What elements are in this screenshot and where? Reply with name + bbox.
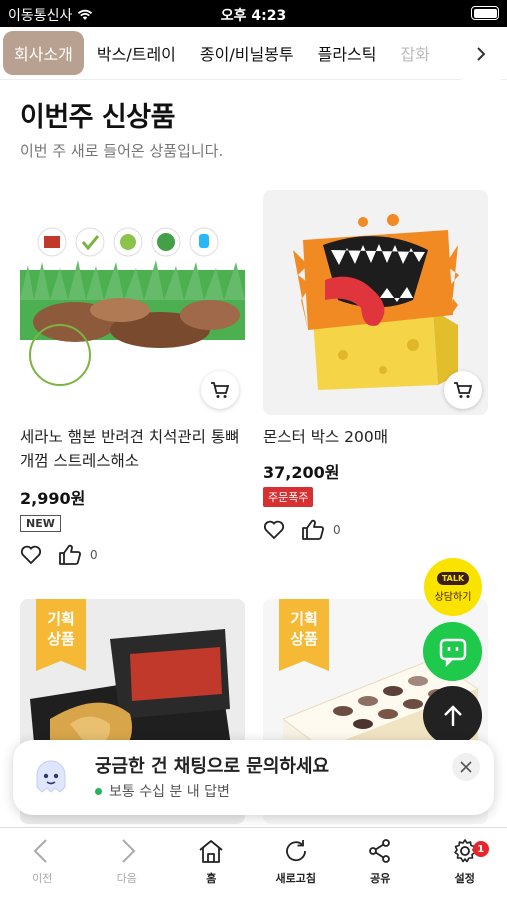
close-icon xyxy=(460,761,472,773)
section-title: 이번주 신상품 xyxy=(20,102,175,133)
chatbot-avatar-icon xyxy=(36,760,66,793)
response-time-text: 보통 수십 분 내 답변 xyxy=(109,784,230,800)
chat-icon xyxy=(439,638,466,667)
tab-misc[interactable]: 잡화 xyxy=(401,41,430,65)
tabs-scroll-right-button[interactable] xyxy=(461,27,501,80)
status-time: 오후 4:23 xyxy=(220,8,287,24)
kakao-talk-consult-button[interactable]: TALK 상담하기 xyxy=(424,558,482,616)
arrow-up-icon xyxy=(443,704,462,726)
back-icon xyxy=(33,839,47,863)
featured-ribbon: 기획 상품 xyxy=(279,599,329,671)
product-card[interactable]: Natural Product 세라노 햄본 반려견 치석관리 통뼈 개껌 스트… xyxy=(20,190,245,566)
product-name[interactable]: 세라노 햄본 반려견 치석관리 통뼈 개껌 스트레스해소 xyxy=(20,425,245,473)
close-banner-button[interactable] xyxy=(452,753,480,781)
tab-paper-vinyl-bag[interactable]: 종이/비닐봉투 xyxy=(200,41,294,65)
tab-box-tray[interactable]: 박스/트레이 xyxy=(97,41,176,65)
forward-icon xyxy=(122,839,136,863)
refresh-icon xyxy=(285,840,306,862)
svg-text:Natural: Natural xyxy=(37,342,82,355)
featured-ribbon: 기획 상품 xyxy=(36,599,86,671)
notification-badge: 1 xyxy=(472,841,489,857)
hot-order-badge: 주문폭주 xyxy=(263,487,314,507)
share-icon xyxy=(369,839,391,863)
like-count: 0 xyxy=(90,548,98,562)
home-icon xyxy=(199,840,223,863)
heart-icon[interactable] xyxy=(263,520,285,540)
nav-refresh[interactable]: 새로고침 xyxy=(254,828,339,900)
new-badge: NEW xyxy=(20,515,61,532)
product-price: 2,990원 xyxy=(20,489,86,508)
nav-home[interactable]: 홈 xyxy=(169,828,254,900)
online-status-dot xyxy=(95,787,102,795)
chat-button[interactable] xyxy=(423,622,482,681)
talk-badge: TALK xyxy=(436,571,470,585)
thumbs-up-icon[interactable] xyxy=(58,544,82,566)
bottom-navigation: 이전 다음 홈 새로고침 공유 1 설정 xyxy=(0,827,507,900)
add-to-cart-button[interactable] xyxy=(444,371,482,409)
nav-back[interactable]: 이전 xyxy=(0,828,85,900)
product-image[interactable]: Natural Product xyxy=(20,190,245,415)
product-image[interactable] xyxy=(263,190,488,415)
add-to-cart-button[interactable] xyxy=(201,371,239,409)
like-count: 0 xyxy=(333,523,341,537)
product-price: 37,200원 xyxy=(263,463,340,482)
battery-icon xyxy=(471,6,499,20)
tab-company-intro[interactable]: 회사소개 xyxy=(3,31,84,75)
status-bar: 이동통신사 오후 4:23 xyxy=(0,0,507,27)
nav-share[interactable]: 공유 xyxy=(338,828,423,900)
section-subtitle: 이번 주 새로 들어온 상품입니다. xyxy=(20,142,224,160)
product-name[interactable]: 몬스터 박스 200매 xyxy=(263,425,488,449)
nav-settings[interactable]: 1 설정 xyxy=(423,828,507,900)
cart-icon xyxy=(211,382,230,398)
chevron-right-icon xyxy=(477,46,486,61)
scroll-to-top-button[interactable] xyxy=(423,686,482,745)
nav-forward[interactable]: 다음 xyxy=(85,828,170,900)
product-card[interactable]: 몬스터 박스 200매 37,200원 주문폭주 0 xyxy=(263,190,488,541)
heart-icon[interactable] xyxy=(20,545,42,565)
tab-plastic[interactable]: 플라스틱 xyxy=(318,41,377,65)
svg-text:Product: Product xyxy=(39,358,81,369)
thumbs-up-icon[interactable] xyxy=(301,519,325,541)
talk-consult-label: 상담하기 xyxy=(434,591,472,603)
category-tabs: 회사소개 박스/트레이 종이/비닐봉투 플라스틱 잡화 xyxy=(0,27,507,80)
chat-banner-title: 궁금한 건 채팅으로 문의하세요 xyxy=(95,756,330,777)
cart-icon xyxy=(454,382,473,398)
chat-inquiry-banner[interactable]: 궁금한 건 채팅으로 문의하세요 보통 수십 분 내 답변 xyxy=(13,740,494,815)
